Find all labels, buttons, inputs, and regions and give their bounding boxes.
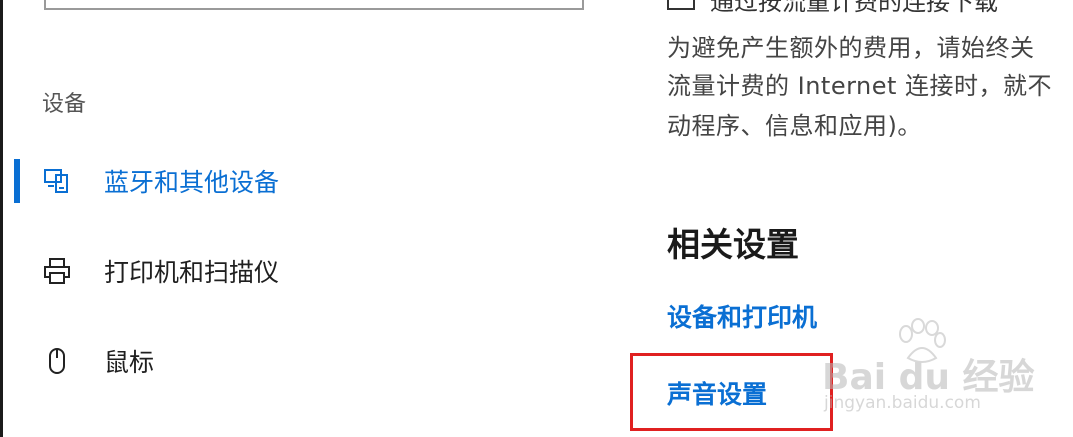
checkbox-label: 通过按流量计费的连接下载 [710, 0, 998, 16]
baidu-watermark: Bai du 经验 jingyan.baidu.com [822, 318, 1035, 418]
description-line: 动程序、信息和应用)。 [667, 112, 922, 140]
active-indicator [14, 159, 20, 203]
sidebar-item-printers[interactable]: 打印机和扫描仪 [0, 246, 600, 296]
devices-and-printers-link[interactable]: 设备和打印机 [667, 298, 817, 334]
section-title: 设备 [42, 92, 87, 117]
related-settings-title: 相关设置 [667, 225, 799, 264]
description-line: 流量计费的 Internet 连接时，就不 [667, 72, 1053, 100]
bluetooth-devices-icon [40, 164, 74, 198]
highlight-box [630, 353, 833, 431]
search-input[interactable] [44, 0, 584, 10]
sidebar-item-label: 蓝牙和其他设备 [104, 168, 280, 197]
sidebar-item-label: 打印机和扫描仪 [104, 258, 280, 287]
sidebar-item-bluetooth[interactable]: 蓝牙和其他设备 [0, 156, 600, 206]
sidebar-item-label: 鼠标 [104, 348, 155, 377]
sidebar-item-mouse[interactable]: 鼠标 [0, 336, 600, 386]
printer-icon [40, 254, 74, 288]
metered-download-checkbox[interactable] [667, 0, 695, 10]
watermark-url: jingyan.baidu.com [824, 393, 981, 413]
mouse-icon [40, 344, 74, 378]
description-line: 为避免产生额外的费用，请始终关 [667, 34, 1035, 62]
